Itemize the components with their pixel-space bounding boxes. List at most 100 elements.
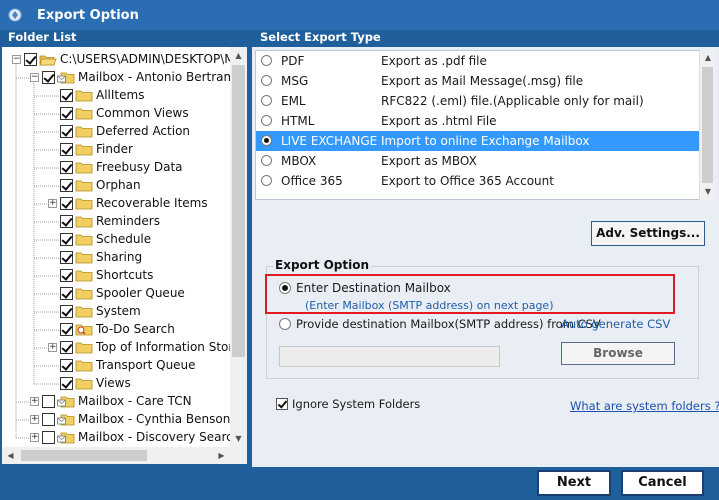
folder-label[interactable]: Shortcuts: [96, 268, 153, 282]
folder-checkbox[interactable]: [60, 251, 73, 264]
expand-icon[interactable]: +: [48, 199, 57, 208]
folder-checkbox[interactable]: [60, 107, 73, 120]
folder-tree-item[interactable]: Views: [2, 375, 230, 393]
scroll-left-arrow-icon[interactable]: ◀: [2, 447, 19, 464]
folder-tree-item[interactable]: To-Do Search: [2, 321, 230, 339]
expand-icon[interactable]: +: [30, 415, 39, 424]
export-type-row[interactable]: MBOX Export as MBOX: [256, 151, 699, 171]
folder-tree-item[interactable]: + Mailbox - Care TCN: [2, 393, 230, 411]
cancel-button[interactable]: Cancel: [621, 470, 704, 496]
folder-checkbox[interactable]: [42, 413, 55, 426]
folder-checkbox[interactable]: [60, 143, 73, 156]
expand-icon[interactable]: +: [30, 397, 39, 406]
export-type-description[interactable]: Export as .pdf file: [381, 54, 487, 68]
export-type-description[interactable]: Export as Mail Message(.msg) file: [381, 74, 583, 88]
export-type-name[interactable]: MBOX: [281, 154, 316, 168]
export-type-radio[interactable]: [261, 135, 272, 146]
folder-label[interactable]: Orphan: [96, 178, 141, 192]
folder-tree-horizontal-scrollbar[interactable]: ◀ ▶: [2, 447, 247, 464]
folder-tree-item[interactable]: Deferred Action: [2, 123, 230, 141]
folder-tree-item[interactable]: + Top of Information Store: [2, 339, 230, 357]
export-type-radio[interactable]: [261, 175, 272, 186]
folder-checkbox[interactable]: [60, 287, 73, 300]
folder-tree-item[interactable]: Shortcuts: [2, 267, 230, 285]
scroll-up-arrow-icon[interactable]: ▲: [700, 50, 716, 66]
export-type-description[interactable]: Export as .html File: [381, 114, 497, 128]
csv-path-input[interactable]: [279, 346, 500, 367]
folder-checkbox[interactable]: [24, 53, 37, 66]
folder-checkbox[interactable]: [60, 269, 73, 282]
browse-button[interactable]: Browse: [561, 342, 675, 365]
export-type-radio[interactable]: [261, 55, 272, 66]
export-type-description[interactable]: Export as MBOX: [381, 154, 477, 168]
folder-tree-item[interactable]: + Mailbox - Cynthia Benson: [2, 411, 230, 429]
export-type-name[interactable]: Office 365: [281, 174, 343, 188]
folder-checkbox[interactable]: [42, 431, 55, 444]
export-type-list[interactable]: PDF Export as .pdf file MSG Export as Mail …: [255, 50, 702, 200]
ignore-system-folders-checkbox[interactable]: [276, 398, 288, 410]
folder-tree-item[interactable]: − Mailbox - Antonio Bertram: [2, 69, 230, 87]
expand-icon[interactable]: +: [48, 343, 57, 352]
export-type-radio[interactable]: [261, 95, 272, 106]
folder-tree-item[interactable]: Reminders: [2, 213, 230, 231]
folder-tree-item[interactable]: Spooler Queue: [2, 285, 230, 303]
folder-checkbox[interactable]: [42, 71, 55, 84]
folder-label[interactable]: Freebusy Data: [96, 160, 183, 174]
folder-label[interactable]: Recoverable Items: [96, 196, 208, 210]
expand-icon[interactable]: +: [30, 433, 39, 442]
adv-settings-button[interactable]: Adv. Settings...: [591, 221, 705, 246]
enter-destination-radio[interactable]: [279, 282, 291, 294]
folder-label[interactable]: Mailbox - Discovery Search M: [78, 430, 230, 444]
folder-checkbox[interactable]: [60, 215, 73, 228]
folder-tree-item[interactable]: − C:\USERS\ADMIN\DESKTOP\MA: [2, 51, 230, 69]
ignore-system-folders-label[interactable]: Ignore System Folders: [292, 397, 420, 411]
scroll-down-arrow-icon[interactable]: ▼: [700, 184, 716, 200]
system-folders-help-link[interactable]: What are system folders ?: [570, 399, 719, 413]
collapse-icon[interactable]: −: [30, 73, 39, 82]
scroll-right-arrow-icon[interactable]: ▶: [213, 447, 230, 464]
folder-tree-item[interactable]: Orphan: [2, 177, 230, 195]
folder-checkbox[interactable]: [60, 341, 73, 354]
folder-tree-item[interactable]: Finder: [2, 141, 230, 159]
folder-label[interactable]: System: [96, 304, 141, 318]
export-type-radio[interactable]: [261, 115, 272, 126]
folder-tree-item[interactable]: Transport Queue: [2, 357, 230, 375]
export-type-description[interactable]: Import to online Exchange Mailbox: [381, 134, 589, 148]
export-type-description[interactable]: RFC822 (.eml) file.(Applicable only for …: [381, 94, 644, 108]
scroll-thumb[interactable]: [232, 65, 245, 357]
folder-checkbox[interactable]: [60, 323, 73, 336]
folder-label[interactable]: AllItems: [96, 88, 144, 102]
folder-label[interactable]: Deferred Action: [96, 124, 190, 138]
folder-label[interactable]: C:\USERS\ADMIN\DESKTOP\MA: [60, 52, 230, 66]
export-type-row[interactable]: EML RFC822 (.eml) file.(Applicable only f…: [256, 91, 699, 111]
export-type-row[interactable]: LIVE EXCHANGE Import to online Exchange M…: [256, 131, 699, 151]
folder-label[interactable]: Top of Information Store: [96, 340, 230, 354]
folder-label[interactable]: Transport Queue: [96, 358, 196, 372]
export-type-row[interactable]: PDF Export as .pdf file: [256, 51, 699, 71]
export-type-radio[interactable]: [261, 75, 272, 86]
folder-label[interactable]: Spooler Queue: [96, 286, 185, 300]
folder-label[interactable]: Schedule: [96, 232, 151, 246]
export-type-name[interactable]: LIVE EXCHANGE: [281, 134, 377, 148]
auto-generate-csv-label[interactable]: Auto generate CSV: [561, 317, 670, 331]
folder-label[interactable]: Views: [96, 376, 131, 390]
folder-tree-item[interactable]: Common Views: [2, 105, 230, 123]
collapse-icon[interactable]: −: [12, 55, 21, 64]
scroll-down-arrow-icon[interactable]: ▼: [230, 430, 247, 447]
folder-checkbox[interactable]: [60, 377, 73, 390]
folder-tree-vertical-scrollbar[interactable]: ▲ ▼: [230, 47, 247, 447]
folder-label[interactable]: Mailbox - Antonio Bertram: [78, 70, 230, 84]
scroll-thumb[interactable]: [702, 67, 713, 183]
next-button[interactable]: Next: [537, 470, 611, 496]
export-type-radio[interactable]: [261, 155, 272, 166]
export-type-row[interactable]: MSG Export as Mail Message(.msg) file: [256, 71, 699, 91]
export-type-name[interactable]: MSG: [281, 74, 308, 88]
folder-tree[interactable]: − C:\USERS\ADMIN\DESKTOP\MA − Mailbox - Ant…: [2, 47, 230, 447]
folder-tree-item[interactable]: Schedule: [2, 231, 230, 249]
folder-label[interactable]: Reminders: [96, 214, 160, 228]
folder-tree-item[interactable]: + Mailbox - Discovery Search M: [2, 429, 230, 447]
folder-checkbox[interactable]: [60, 161, 73, 174]
folder-label[interactable]: Finder: [96, 142, 133, 156]
export-type-row[interactable]: HTML Export as .html File: [256, 111, 699, 131]
scroll-thumb-horizontal[interactable]: [21, 450, 147, 461]
